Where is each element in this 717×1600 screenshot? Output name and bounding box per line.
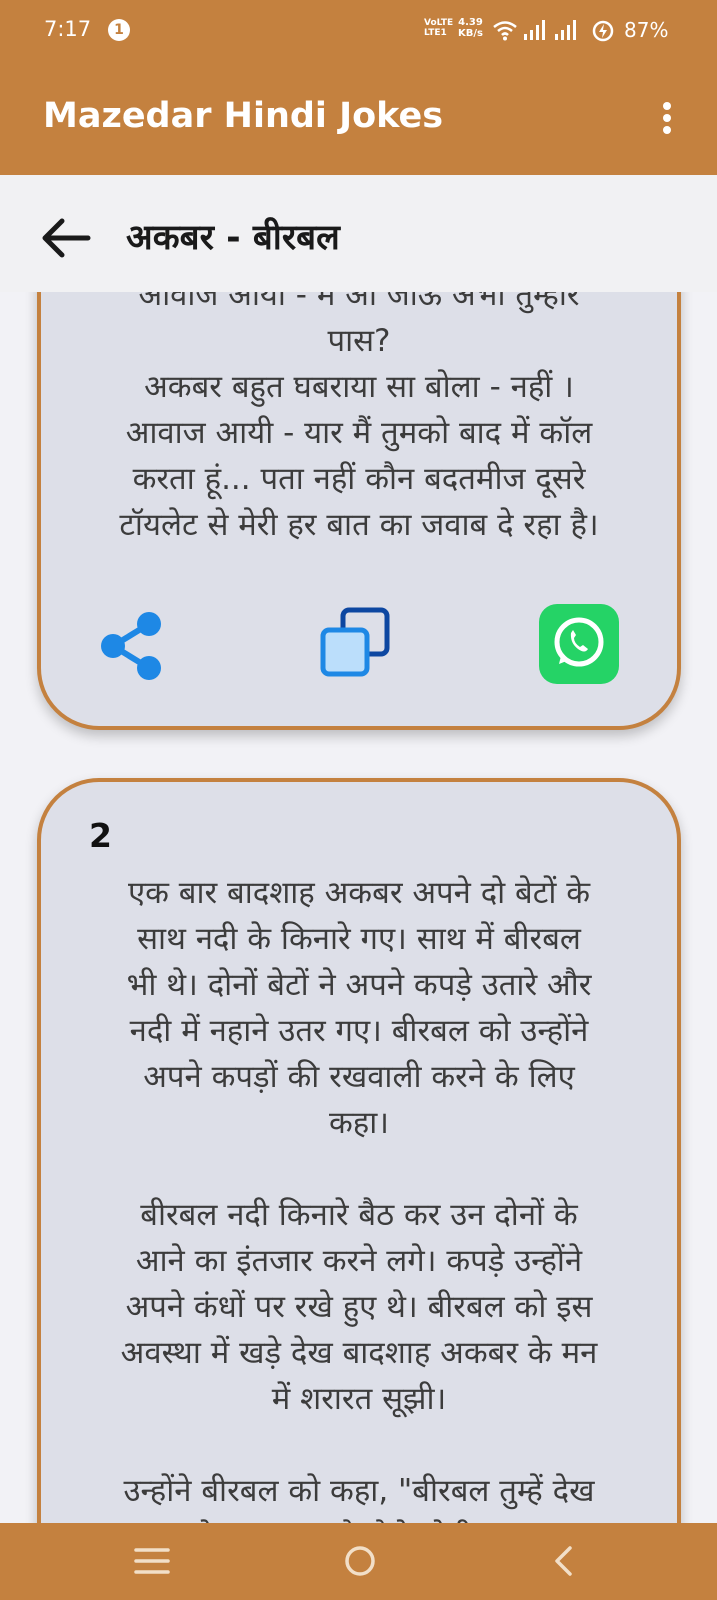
category-header (0, 175, 717, 292)
battery-percentage: 87% (624, 18, 669, 42)
home-button[interactable] (338, 1541, 382, 1581)
recent-apps-button[interactable] (130, 1541, 174, 1581)
system-nav-bar (0, 1523, 717, 1600)
nav-back-button[interactable] (542, 1541, 586, 1581)
more-vertical-icon (663, 114, 671, 122)
menu-lines-icon (134, 1548, 170, 1574)
joke-number: 2 (89, 816, 112, 855)
notification-badge: 1 (108, 19, 130, 41)
volte-indicator: VoLTE LTE1 (424, 18, 454, 38)
copy-button[interactable] (313, 602, 397, 686)
copy-icon (320, 607, 390, 677)
app-top-bar: 7:17 1 VoLTE LTE1 4.39 KB/s 87% Mazedar … (0, 0, 717, 175)
signal-strength-icon (555, 20, 576, 40)
whatsapp-button[interactable] (537, 602, 621, 686)
back-button[interactable] (38, 212, 94, 264)
wifi-icon (493, 21, 517, 41)
network-speed: 4.39 KB/s (458, 17, 483, 39)
status-bar: 7:17 1 VoLTE LTE1 4.39 KB/s 87% (0, 0, 717, 60)
home-circle-icon (345, 1546, 375, 1576)
more-vertical-icon (663, 102, 671, 110)
joke-card: 2 एक बार बादशाह अकबर अपने दो बेटों के सा… (37, 778, 681, 1523)
app-title: Mazedar Hindi Jokes (43, 96, 444, 136)
joke-text: एक बार बादशाह अकबर अपने दो बेटों के साथ … (120, 875, 598, 1523)
status-indicators: VoLTE LTE1 4.39 KB/s 87% (420, 14, 717, 46)
overflow-menu-button[interactable] (650, 96, 684, 140)
signal-strength-icon (524, 20, 545, 40)
more-vertical-icon (663, 126, 671, 134)
share-button[interactable] (91, 602, 175, 686)
arrow-left-icon (42, 218, 91, 258)
joke-card: आवाज आयी - मैं आ जाऊं अभी तुम्हारे पास? … (37, 292, 681, 730)
back-chevron-icon (555, 1546, 572, 1576)
category-title: अकबर - बीरबल (126, 218, 340, 258)
whatsapp-icon (539, 604, 619, 684)
share-icon (101, 612, 161, 680)
battery-saver-icon (592, 20, 614, 42)
jokes-list[interactable]: आवाज आयी - मैं आ जाऊं अभी तुम्हारे पास? … (0, 292, 717, 1523)
status-time: 7:17 (44, 17, 92, 41)
joke-text: आवाज आयी - मैं आ जाऊं अभी तुम्हारे पास? … (119, 292, 599, 543)
